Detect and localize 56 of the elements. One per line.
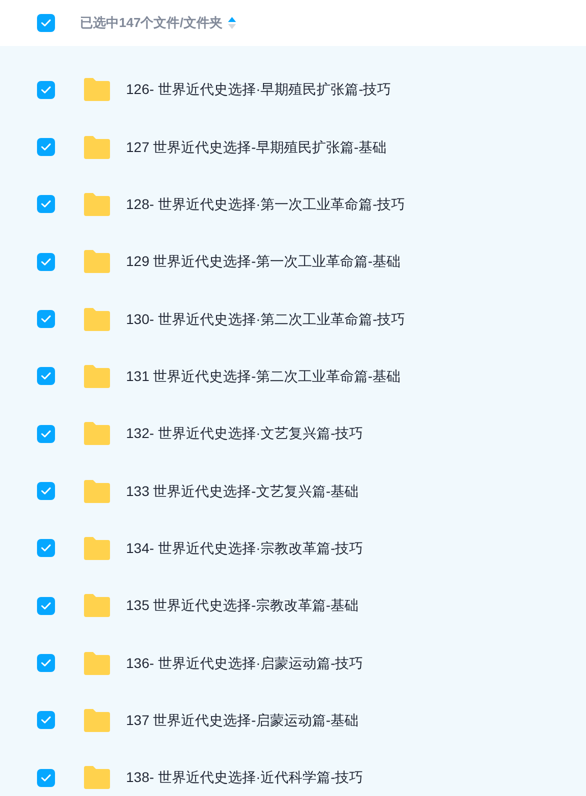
checkbox[interactable] [37, 80, 55, 99]
file-name[interactable]: 135 世界近代史选择-宗教改革篇-基础 [126, 595, 359, 616]
file-name[interactable]: 133 世界近代史选择-文艺复兴篇-基础 [126, 480, 359, 502]
folder-icon [84, 250, 110, 274]
checkbox[interactable] [37, 367, 55, 386]
checkbox[interactable] [37, 768, 55, 787]
file-name[interactable]: 134- 世界近代史选择·宗教改革篇-技巧 [126, 538, 364, 559]
folder-icon [84, 480, 110, 503]
check-icon [41, 372, 51, 380]
folder-icon [84, 708, 110, 732]
checkbox[interactable] [37, 138, 55, 156]
checkbox[interactable] [37, 252, 55, 271]
check-icon [41, 19, 51, 27]
folder-icon [84, 364, 110, 388]
checkbox[interactable] [37, 424, 55, 443]
folder-icon [84, 536, 110, 560]
checkbox[interactable] [37, 310, 55, 328]
file-name[interactable]: 127 世界近代史选择-早期殖民扩张篇-基础 [126, 136, 387, 158]
folder-icon [84, 652, 110, 675]
checkbox[interactable] [37, 14, 55, 32]
file-name[interactable]: 129 世界近代史选择-第一次工业革命篇-基础 [126, 251, 401, 272]
sort-icon[interactable] [228, 17, 236, 29]
file-name[interactable]: 126- 世界近代史选择·早期殖民扩张篇-技巧 [126, 79, 392, 100]
selection-count: 已选中147个文件/文件夹 [80, 14, 222, 32]
file-name[interactable]: 132- 世界近代史选择·文艺复兴篇-技巧 [126, 423, 364, 444]
checkbox[interactable] [37, 654, 55, 672]
file-name[interactable]: 128- 世界近代史选择·第一次工业革命篇-技巧 [126, 194, 406, 215]
file-name[interactable]: 137 世界近代史选择-启蒙运动篇-基础 [126, 710, 359, 731]
check-icon [41, 774, 51, 782]
check-icon [41, 315, 51, 324]
check-icon [41, 602, 51, 610]
checkbox[interactable] [37, 482, 55, 500]
folder-icon [84, 78, 110, 102]
checkbox[interactable] [37, 195, 55, 214]
folder-icon [84, 422, 110, 446]
folder-icon [84, 766, 110, 790]
folder-icon [84, 136, 110, 159]
check-icon [41, 544, 51, 552]
checkbox[interactable] [37, 539, 55, 558]
check-icon [41, 86, 51, 94]
check-icon [41, 659, 51, 668]
check-icon [41, 430, 51, 438]
check-icon [41, 143, 51, 152]
folder-icon [84, 594, 110, 618]
check-icon [41, 200, 51, 208]
checkbox[interactable] [37, 596, 55, 615]
check-icon [41, 487, 51, 496]
file-name[interactable]: 136- 世界近代史选择·启蒙运动篇-技巧 [126, 652, 364, 674]
check-icon [41, 258, 51, 266]
file-name[interactable]: 131 世界近代史选择-第二次工业革命篇-基础 [126, 366, 401, 387]
file-name[interactable]: 130- 世界近代史选择·第二次工业革命篇-技巧 [126, 308, 406, 330]
file-name[interactable]: 138- 世界近代史选择·近代科学篇-技巧 [126, 767, 364, 788]
folder-icon [84, 308, 110, 331]
checkbox[interactable] [37, 711, 55, 730]
check-icon [41, 716, 51, 724]
folder-icon [84, 192, 110, 216]
